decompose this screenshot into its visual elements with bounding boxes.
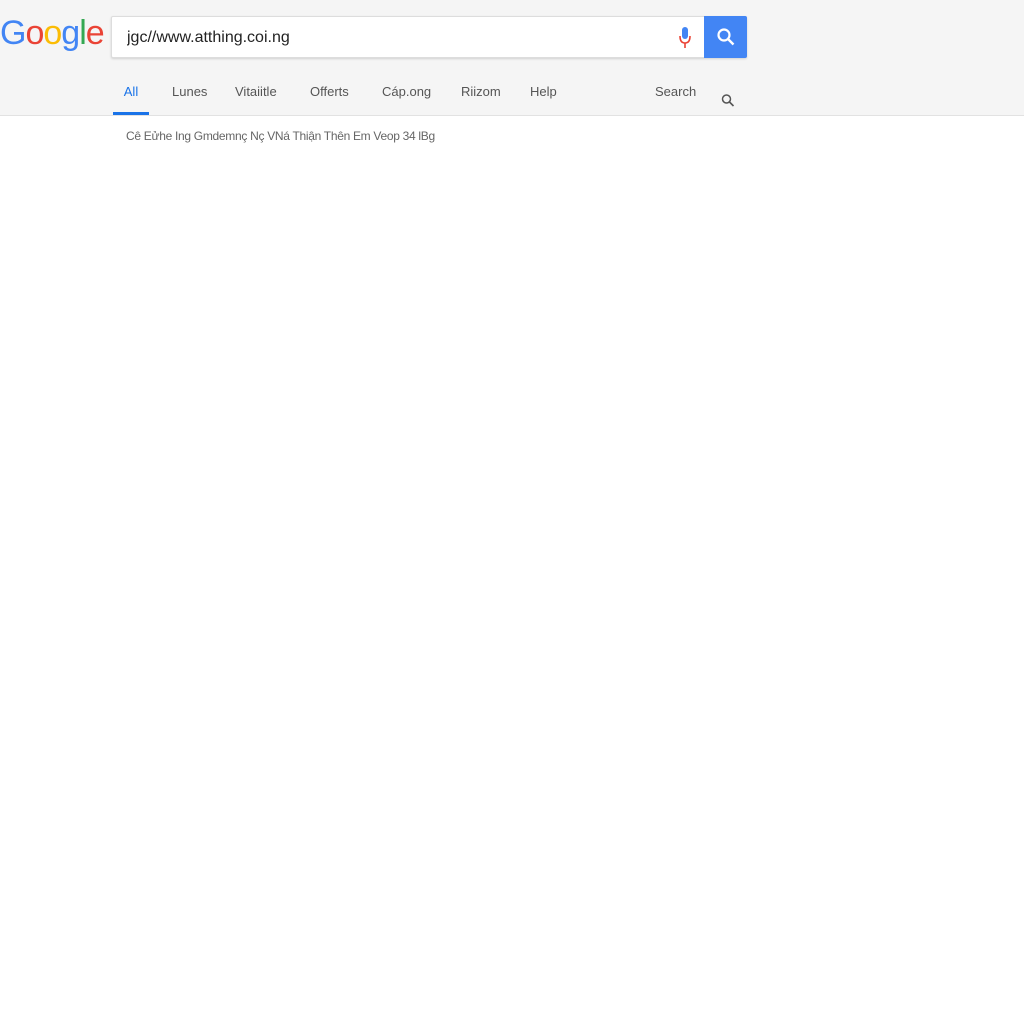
google-logo[interactable]: Google — [0, 14, 105, 53]
logo-letter: G — [0, 14, 26, 52]
result-stats: Cê Eửhe Ing Gmdemnç Nç VNá Thiận Thên Em… — [126, 129, 435, 143]
tab-vitaiitle[interactable]: Vitaiitle — [235, 84, 277, 115]
logo-letter: g — [61, 14, 80, 52]
search-box — [111, 16, 747, 59]
search-icon — [716, 28, 734, 46]
logo-letter: o — [43, 14, 62, 52]
logo-letter: e — [85, 14, 105, 52]
header: Google All Lunes Vitaiitle Offerts Cáp.o… — [0, 0, 1024, 116]
tab-help[interactable]: Help — [530, 84, 557, 115]
tab-offerts[interactable]: Offerts — [310, 84, 349, 115]
tab-all[interactable]: All — [113, 84, 149, 115]
tab-capong[interactable]: Cáp.ong — [382, 84, 431, 115]
search-input[interactable] — [125, 17, 669, 59]
search-button[interactable] — [704, 16, 747, 58]
search-tools-link[interactable]: Search — [655, 84, 696, 115]
logo-letter: o — [25, 14, 44, 52]
tab-lunes[interactable]: Lunes — [172, 84, 207, 115]
tab-riizom[interactable]: Riizom — [461, 84, 501, 115]
search-icon[interactable] — [721, 85, 735, 116]
microphone-icon[interactable] — [678, 26, 692, 50]
